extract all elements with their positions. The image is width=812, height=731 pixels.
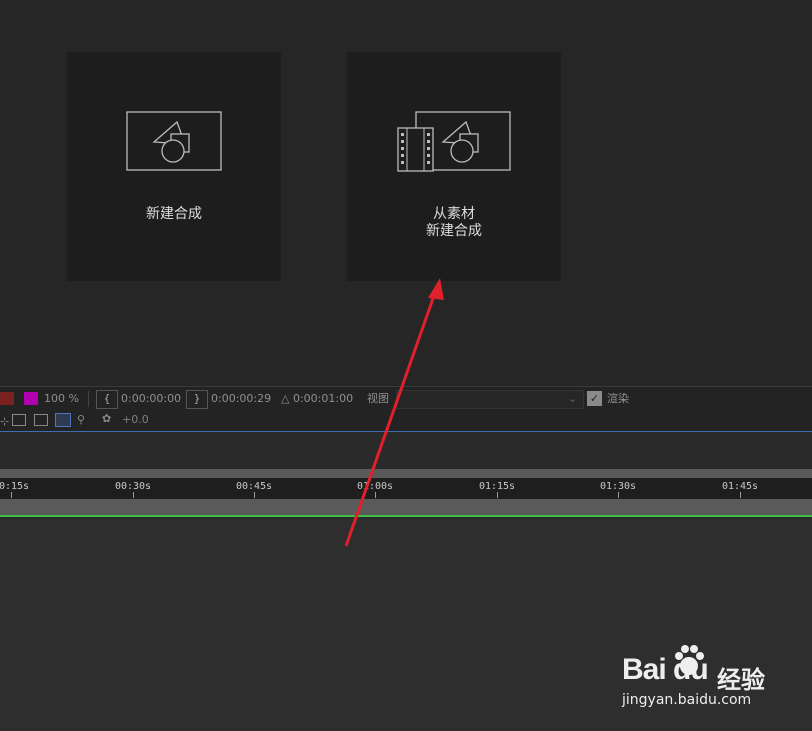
zoom-value[interactable]: 100 % (44, 387, 79, 411)
time-end[interactable]: 0:00:00:29 (211, 387, 271, 411)
tick-label-4: 01:15s (478, 481, 516, 492)
tick-label-3: 01:00s (356, 481, 394, 492)
tick-label-5: 01:30s (599, 481, 637, 492)
footage-composition-icon (397, 111, 511, 172)
tick-mark (375, 492, 376, 498)
timeline-navigator[interactable] (0, 469, 812, 478)
exposure-value[interactable]: +0.0 (122, 413, 149, 426)
new-composition-label: 新建合成 (146, 206, 202, 222)
render-checkbox[interactable]: ✓ (587, 391, 602, 406)
view-dropdown[interactable] (396, 390, 584, 409)
tick-mark (618, 492, 619, 498)
new-composition-from-footage-card[interactable]: 从素材 新建合成 (347, 52, 561, 281)
render-progress-line (0, 515, 812, 517)
render-label: 渲染 (607, 392, 629, 405)
viewer-toolbar-secondary: ⊹ ⚲ ✿ +0.0 (0, 410, 812, 432)
timeline-panel-spacer (0, 432, 812, 469)
watermark-url: jingyan.baidu.com (622, 692, 752, 708)
from-footage-label-line1: 从素材 (433, 206, 475, 222)
time-ruler[interactable]: 0:15s 00:30s 00:45s 01:00s 01:15s 01:30s… (0, 478, 812, 500)
tick-mark (254, 492, 255, 498)
watermark-jingyan: 经验 (717, 666, 765, 694)
tick-mark (11, 492, 12, 498)
duration: △ 0:00:01:00 (281, 392, 354, 405)
time-start[interactable]: 0:00:00:00 (121, 387, 181, 411)
composition-icon (126, 111, 222, 171)
tick-label-2: 00:45s (235, 481, 273, 492)
camera-icon[interactable]: ⚲ (77, 413, 85, 426)
tick-label-6: 01:45s (721, 481, 759, 492)
tick-label-1: 00:30s (114, 481, 152, 492)
bracket-end-icon[interactable]: } (186, 390, 208, 409)
new-composition-card[interactable]: 新建合成 (67, 52, 281, 281)
color-swatch-purple[interactable] (24, 392, 38, 405)
from-footage-label-line2: 新建合成 (426, 223, 482, 239)
start-panel: 新建合成 从素材 新建合成 (0, 0, 812, 386)
region-icon[interactable] (55, 413, 71, 427)
bracket-start-icon[interactable]: { (96, 390, 118, 409)
viewer-toolbar: 100 % { 0:00:00:00 } 0:00:00:29 △ 0:00:0… (0, 386, 812, 412)
chevron-down-icon: ⌄ (568, 392, 578, 405)
tick-mark (740, 492, 741, 498)
grid-icon[interactable]: ⊹ (0, 415, 9, 428)
monitor-icon[interactable] (12, 414, 26, 426)
color-swatch-red[interactable] (0, 392, 14, 405)
divider (88, 391, 89, 407)
aperture-icon[interactable]: ✿ (102, 412, 111, 425)
tick-mark (133, 492, 134, 498)
mail-icon[interactable] (34, 414, 48, 426)
watermark-baidu: Bai du (622, 653, 709, 686)
tick-label-0: 0:15s (0, 481, 30, 492)
view-label: 视图 (367, 392, 389, 405)
work-area-bar[interactable] (0, 499, 812, 515)
tick-mark (497, 492, 498, 498)
